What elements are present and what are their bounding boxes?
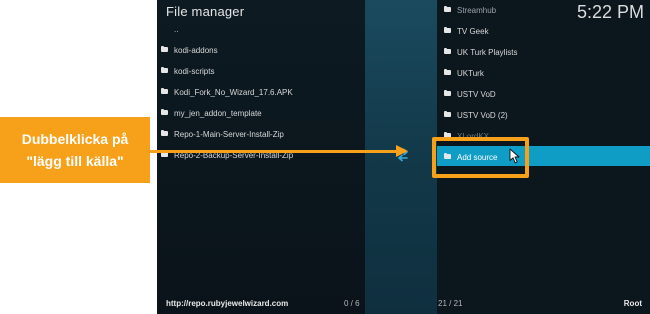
list-item-repo-1[interactable]: Repo-1-Main-Server-Install-Zip: [161, 124, 293, 145]
list-item-streamhub[interactable]: Streamhub: [444, 0, 517, 21]
list-item-parent[interactable]: ..: [161, 19, 293, 40]
folder-icon: [161, 129, 168, 137]
callout-arrow-line: [150, 150, 398, 153]
list-item-label: ..: [174, 25, 179, 34]
list-item-label: UK Turk Playlists: [457, 48, 518, 57]
folder-icon: [161, 108, 168, 116]
list-item-label: kodi-scripts: [174, 67, 215, 76]
folder-icon: [161, 45, 168, 53]
callout-arrow-head-icon: [396, 145, 408, 157]
folder-icon: [161, 66, 168, 74]
footer-left-count: 0 / 6: [344, 299, 360, 308]
callout-line-2: "lägg till källa": [26, 153, 124, 169]
callout-line-1: Dubbelklicka på: [21, 131, 129, 147]
footer-right-path: Root: [623, 299, 642, 308]
folder-icon: [161, 150, 168, 158]
folder-icon: [444, 110, 451, 118]
list-item-tv-geek[interactable]: TV Geek: [444, 21, 517, 42]
list-item-label: my_jen_addon_template: [174, 109, 262, 118]
file-manager-screen: File manager 5:22 PM .. kodi-addons kodi…: [157, 0, 650, 314]
list-item-label: kodi-addons: [174, 46, 218, 55]
folder-icon: [444, 47, 451, 55]
list-item-uk-turk-playlists[interactable]: UK Turk Playlists: [444, 42, 517, 63]
folder-icon: [444, 26, 451, 34]
footer-right-count: 21 / 21: [438, 299, 463, 308]
window-title: File manager: [166, 4, 245, 19]
list-item-label: Streamhub: [457, 6, 497, 15]
folder-icon: [444, 5, 451, 13]
list-item-label: TV Geek: [457, 27, 489, 36]
list-item-label: Kodi_Fork_No_Wizard_17.6.APK: [174, 88, 293, 97]
list-item-repo-2[interactable]: Repo-2-Backup-Server-Install-Zip: [161, 145, 293, 166]
list-item-label: UKTurk: [457, 69, 484, 78]
left-file-list: .. kodi-addons kodi-scripts Kodi_Fork_No…: [161, 19, 293, 166]
instruction-callout: Dubbelklicka på "lägg till källa": [0, 117, 150, 183]
clock: 5:22 PM: [576, 2, 644, 22]
list-item-label: USTV VoD (2): [457, 111, 508, 120]
list-item-kodi-addons[interactable]: kodi-addons: [161, 40, 293, 61]
folder-icon: [444, 89, 451, 97]
list-item-label: Repo-1-Main-Server-Install-Zip: [174, 130, 284, 139]
folder-icon: [161, 87, 168, 95]
list-item-ustv-vod-2[interactable]: USTV VoD (2): [444, 105, 517, 126]
list-item-label: USTV VoD: [457, 90, 496, 99]
list-item-jen-addon[interactable]: my_jen_addon_template: [161, 103, 293, 124]
list-item-ustv-vod[interactable]: USTV VoD: [444, 84, 517, 105]
folder-icon: [444, 68, 451, 76]
list-item-kodi-fork[interactable]: Kodi_Fork_No_Wizard_17.6.APK: [161, 82, 293, 103]
list-item-ukturk[interactable]: UKTurk: [444, 63, 517, 84]
footer-path: http://repo.rubyjewelwizard.com: [166, 299, 289, 308]
mouse-pointer-icon: [509, 148, 520, 164]
list-item-kodi-scripts[interactable]: kodi-scripts: [161, 61, 293, 82]
